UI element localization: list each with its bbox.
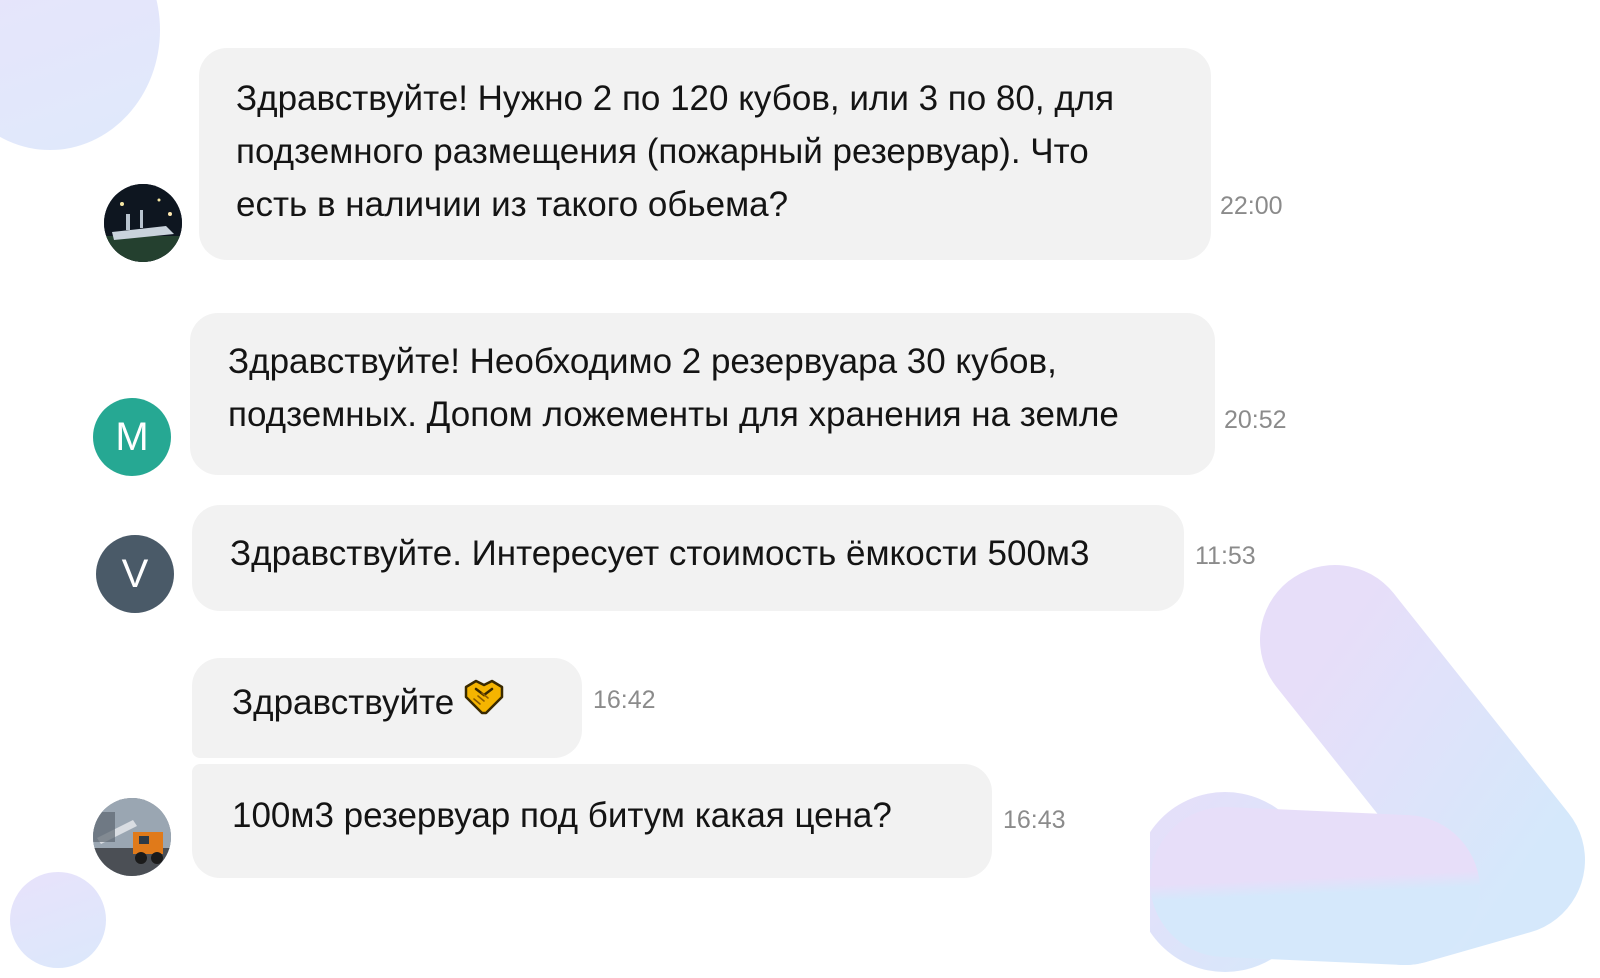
message-time: 20:52: [1224, 406, 1287, 434]
truck-crane-photo: [93, 798, 171, 876]
decorative-blob-top-left: [0, 0, 160, 150]
message-text: Здравствуйте. Интересует стоимость ёмкос…: [230, 534, 1090, 573]
message-time: 16:42: [593, 686, 656, 714]
decorative-blob-bottom-left: [10, 872, 106, 968]
message-time: 16:43: [1003, 806, 1066, 834]
message-text: Здравствуйте! Необходимо 2 резервуара 30…: [228, 342, 1119, 434]
message-text: 100м3 резервуар под битум какая цена?: [232, 796, 892, 835]
message-text: Здравствуйте! Нужно 2 по 120 кубов, или …: [236, 79, 1115, 224]
message-time: 22:00: [1220, 192, 1283, 220]
avatar-letter: V: [121, 551, 149, 596]
avatar-initial[interactable]: V: [96, 535, 174, 613]
avatar-photo[interactable]: [104, 184, 182, 262]
message-bubble[interactable]: Здравствуйте: [192, 658, 582, 758]
avatar-photo[interactable]: [93, 798, 171, 876]
message-time: 11:53: [1195, 542, 1256, 570]
message-bubble[interactable]: 100м3 резервуар под битум какая цена?: [192, 764, 992, 878]
night-ship-photo: [104, 184, 182, 262]
brand-logo-shape: [1150, 565, 1585, 972]
avatar-initial[interactable]: M: [93, 398, 171, 476]
message-bubble[interactable]: Здравствуйте! Нужно 2 по 120 кубов, или …: [199, 48, 1211, 260]
avatar-letter: M: [115, 414, 149, 459]
message-bubble[interactable]: Здравствуйте. Интересует стоимость ёмкос…: [192, 505, 1184, 611]
message-bubble[interactable]: Здравствуйте! Необходимо 2 резервуара 30…: [190, 313, 1215, 475]
handshake-emoji-icon: [462, 677, 506, 732]
message-text: Здравствуйте: [232, 683, 455, 722]
